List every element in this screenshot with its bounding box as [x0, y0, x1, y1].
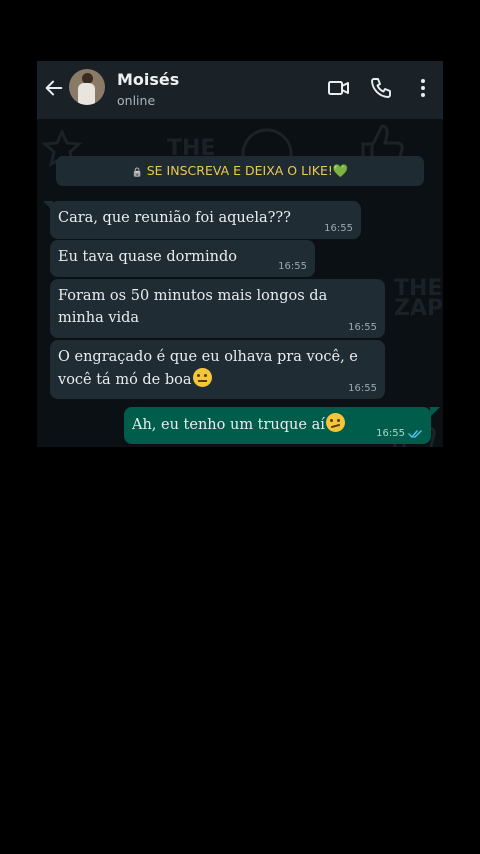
lock-icon: 🔒 [131, 168, 143, 178]
chat-header: Moisés online [37, 61, 443, 119]
message-text: Eu tava quase dormindo [58, 249, 238, 265]
phone-call-icon[interactable] [369, 76, 393, 100]
incoming-message[interactable]: Eu tava quase dormindo 16:55 [50, 240, 315, 277]
wallpaper-text-2: ZAP [394, 296, 443, 321]
contact-name[interactable]: Moisés [117, 70, 179, 89]
double-check-icon [408, 430, 422, 439]
banner-text: SE INSCREVA E DEIXA O LIKE! [146, 163, 333, 178]
incoming-message[interactable]: O engraçado é que eu olhava pra você, e … [50, 340, 385, 399]
contact-status: online [117, 93, 156, 108]
outgoing-message[interactable]: Ah, eu tenho um truque aí 16:55 [124, 407, 431, 444]
video-call-icon[interactable] [327, 76, 351, 100]
green-heart-icon: 💚 [332, 163, 349, 178]
message-text: Ah, eu tenho um truque aí [132, 417, 325, 433]
incoming-message[interactable]: Foram os 50 minutos mais longos da minha… [50, 279, 385, 338]
smirk-emoji [325, 413, 345, 432]
message-time: 16:55 [348, 322, 377, 333]
message-time: 16:55 [348, 383, 377, 394]
message-time: 16:55 [376, 428, 405, 439]
wallpaper-text-3: THE [394, 276, 443, 301]
message-time: 16:55 [278, 261, 307, 272]
subscribe-banner: 🔒 SE INSCREVA E DEIXA O LIKE!💚 [56, 156, 424, 186]
message-text: Cara, que reunião foi aquela??? [58, 210, 291, 226]
chat-screen: Moisés online THE ZAP THE 🔒 SE INSCREVA … [37, 61, 443, 447]
back-arrow-icon[interactable] [43, 77, 65, 99]
more-vertical-icon[interactable] [411, 76, 435, 100]
message-text: Foram os 50 minutos mais longos da minha… [58, 288, 328, 326]
raised-eyebrow-emoji [192, 368, 212, 387]
avatar[interactable] [69, 69, 105, 105]
message-time: 16:55 [324, 223, 353, 234]
incoming-message[interactable]: Cara, que reunião foi aquela??? 16:55 [50, 201, 361, 239]
